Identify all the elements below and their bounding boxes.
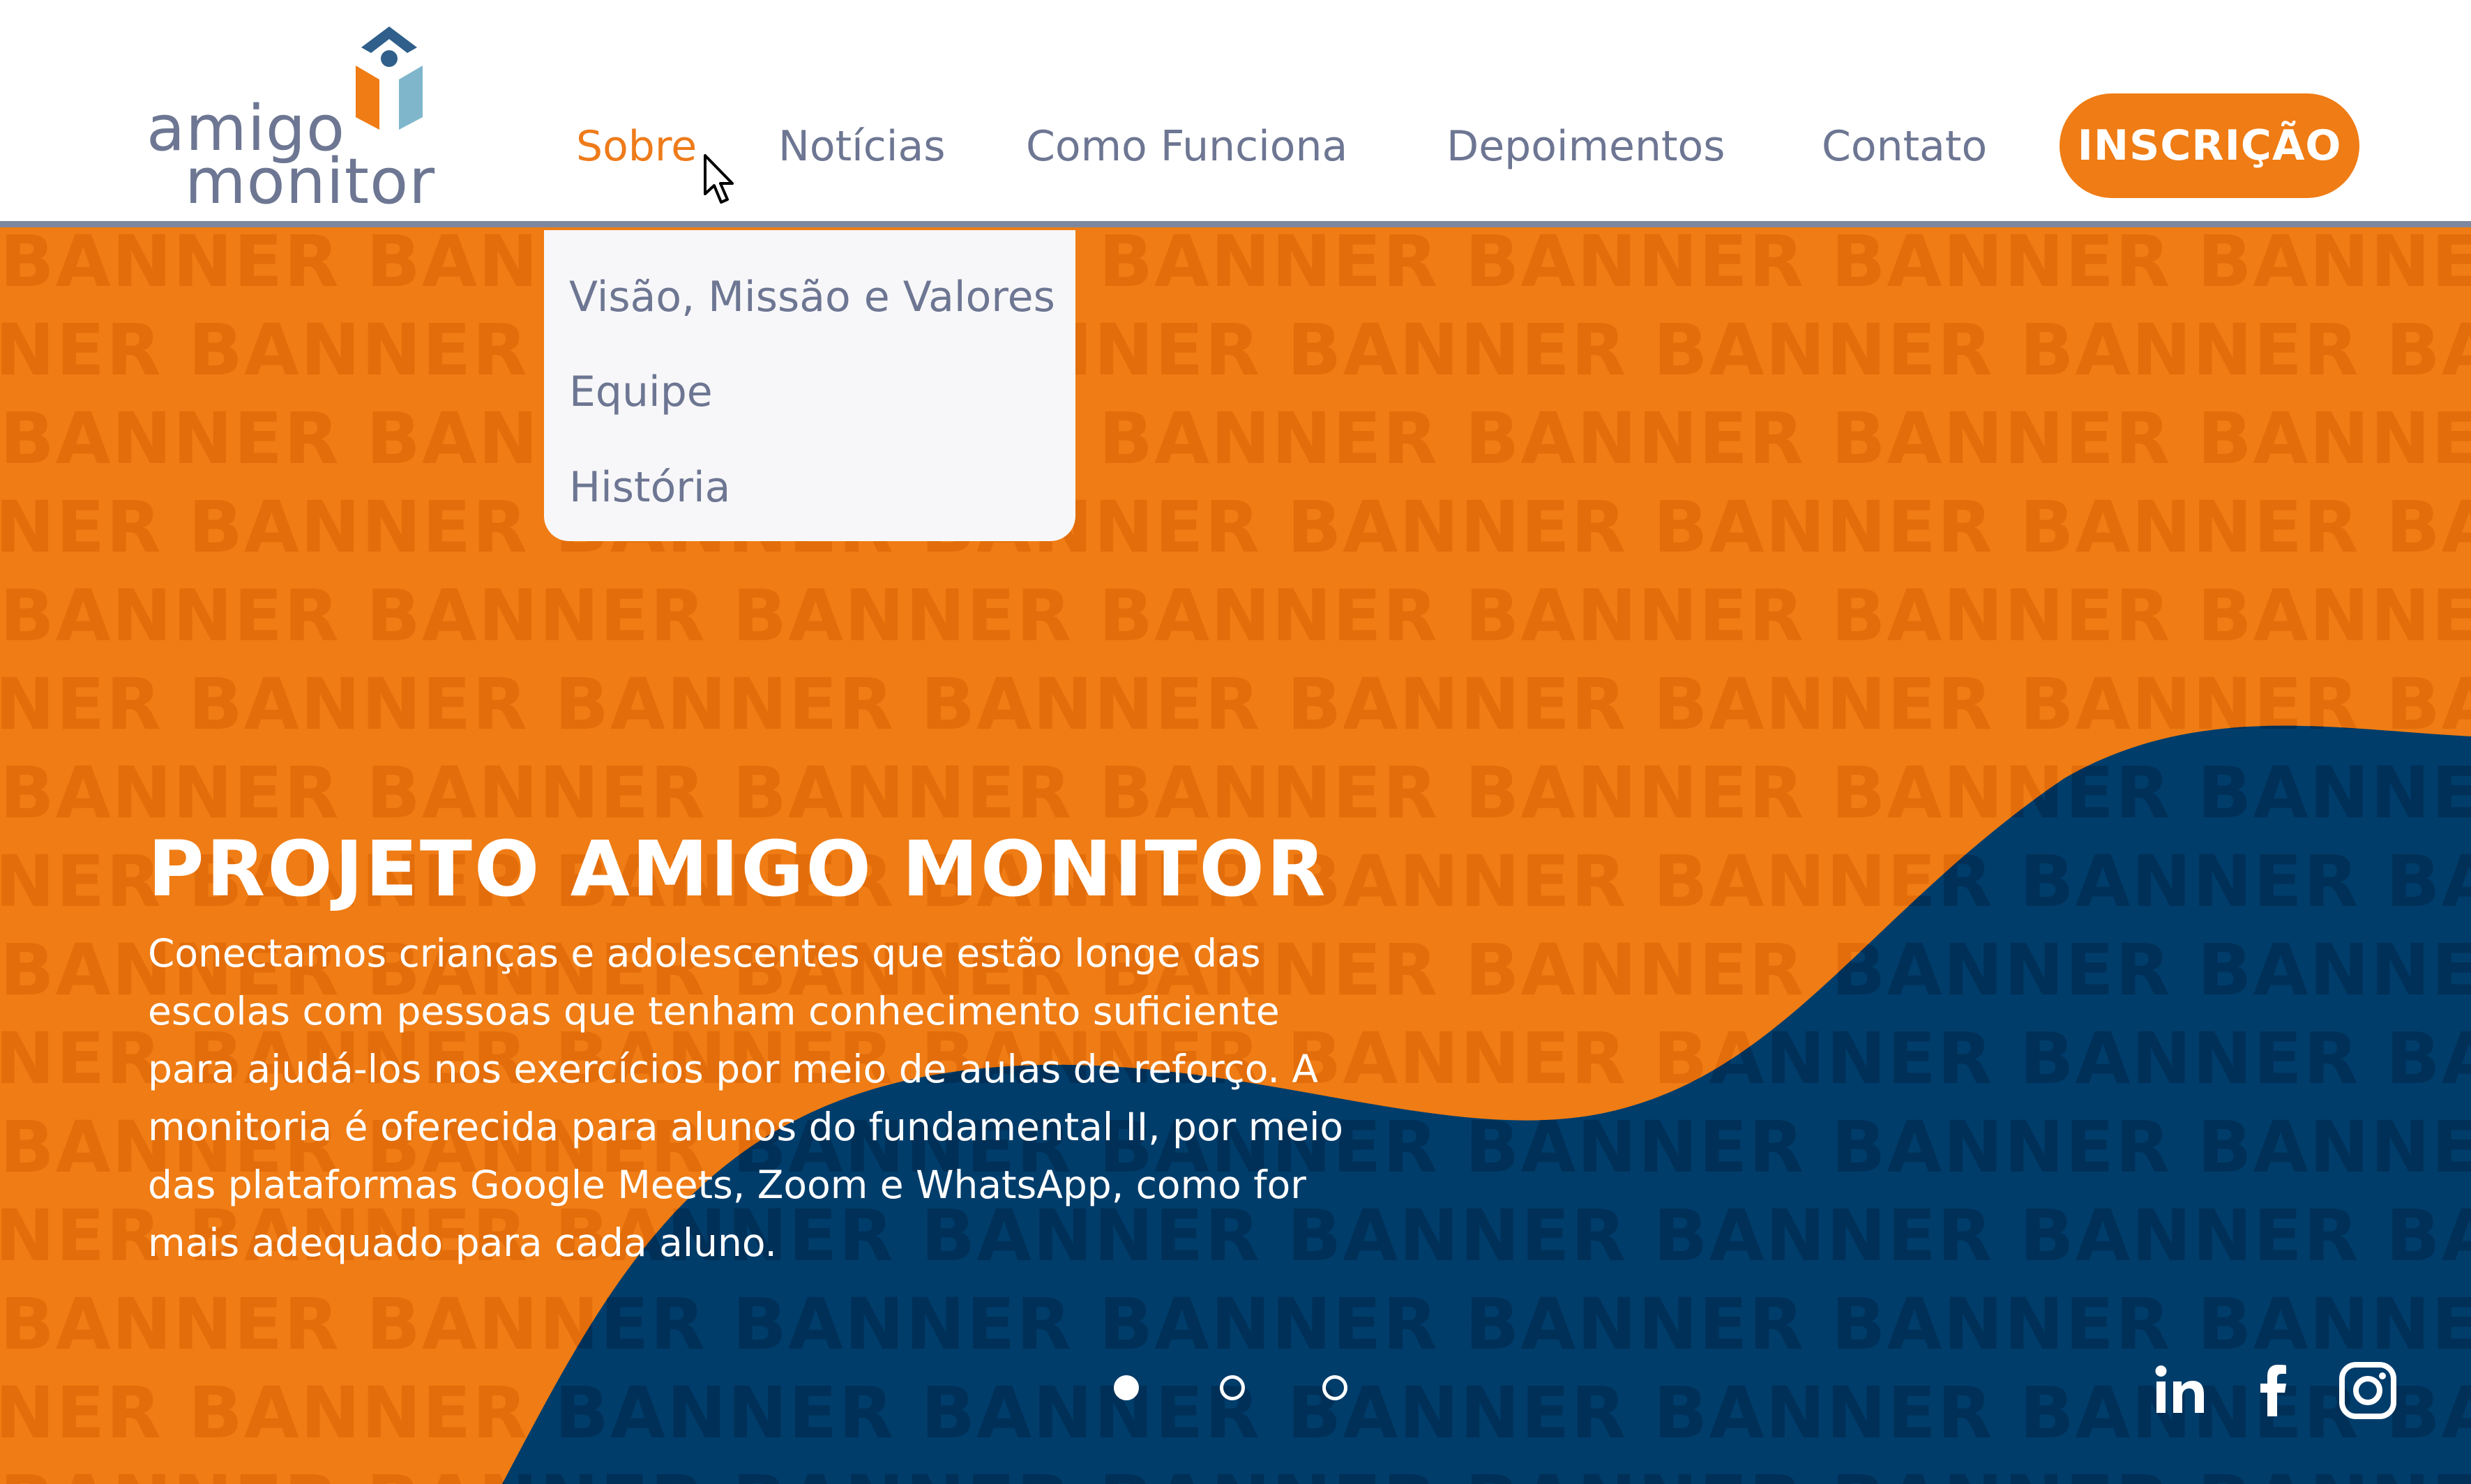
sobre-dropdown-menu: Visão, Missão e Valores Equipe História [544, 230, 1075, 541]
nav-item-noticias[interactable]: Notícias [778, 117, 945, 176]
hero-description: Conectamos crianças e adolescentes que e… [148, 931, 1344, 1265]
linkedin-icon[interactable] [2141, 1352, 2218, 1429]
carousel-dot-3[interactable] [1322, 1375, 1347, 1400]
hero-title: PROJETO AMIGO MONITOR [148, 824, 1328, 914]
inscricao-button[interactable]: INSCRIÇÃO [2060, 93, 2359, 198]
nav-item-depoimentos[interactable]: Depoimentos [1446, 117, 1725, 176]
mouse-cursor-icon [704, 154, 734, 204]
dropdown-item-historia[interactable]: História [569, 458, 730, 517]
nav-item-contato[interactable]: Contato [1822, 117, 1987, 176]
carousel-dot-2[interactable] [1220, 1375, 1245, 1400]
instagram-icon[interactable] [2329, 1352, 2406, 1429]
dropdown-item-visao-missao-valores[interactable]: Visão, Missão e Valores [569, 268, 1055, 326]
facebook-icon[interactable] [2235, 1352, 2312, 1429]
carousel-dot-1[interactable] [1114, 1375, 1139, 1400]
logo-text-monitor: monitor [185, 145, 436, 218]
dropdown-item-equipe[interactable]: Equipe [569, 363, 713, 421]
amigo-monitor-logo-icon [356, 26, 423, 130]
page: amigo monitor Sobre Notícias Como Funcio… [0, 0, 2471, 1484]
hero-banner: BANNER BANNER BANNER BANNER BANNER BANNE… [0, 227, 2471, 1484]
logo[interactable]: amigo monitor [143, 26, 457, 213]
site-header: amigo monitor Sobre Notícias Como Funcio… [0, 0, 2471, 227]
nav-item-como-funciona[interactable]: Como Funciona [1026, 117, 1347, 176]
nav-item-sobre[interactable]: Sobre [576, 117, 697, 176]
